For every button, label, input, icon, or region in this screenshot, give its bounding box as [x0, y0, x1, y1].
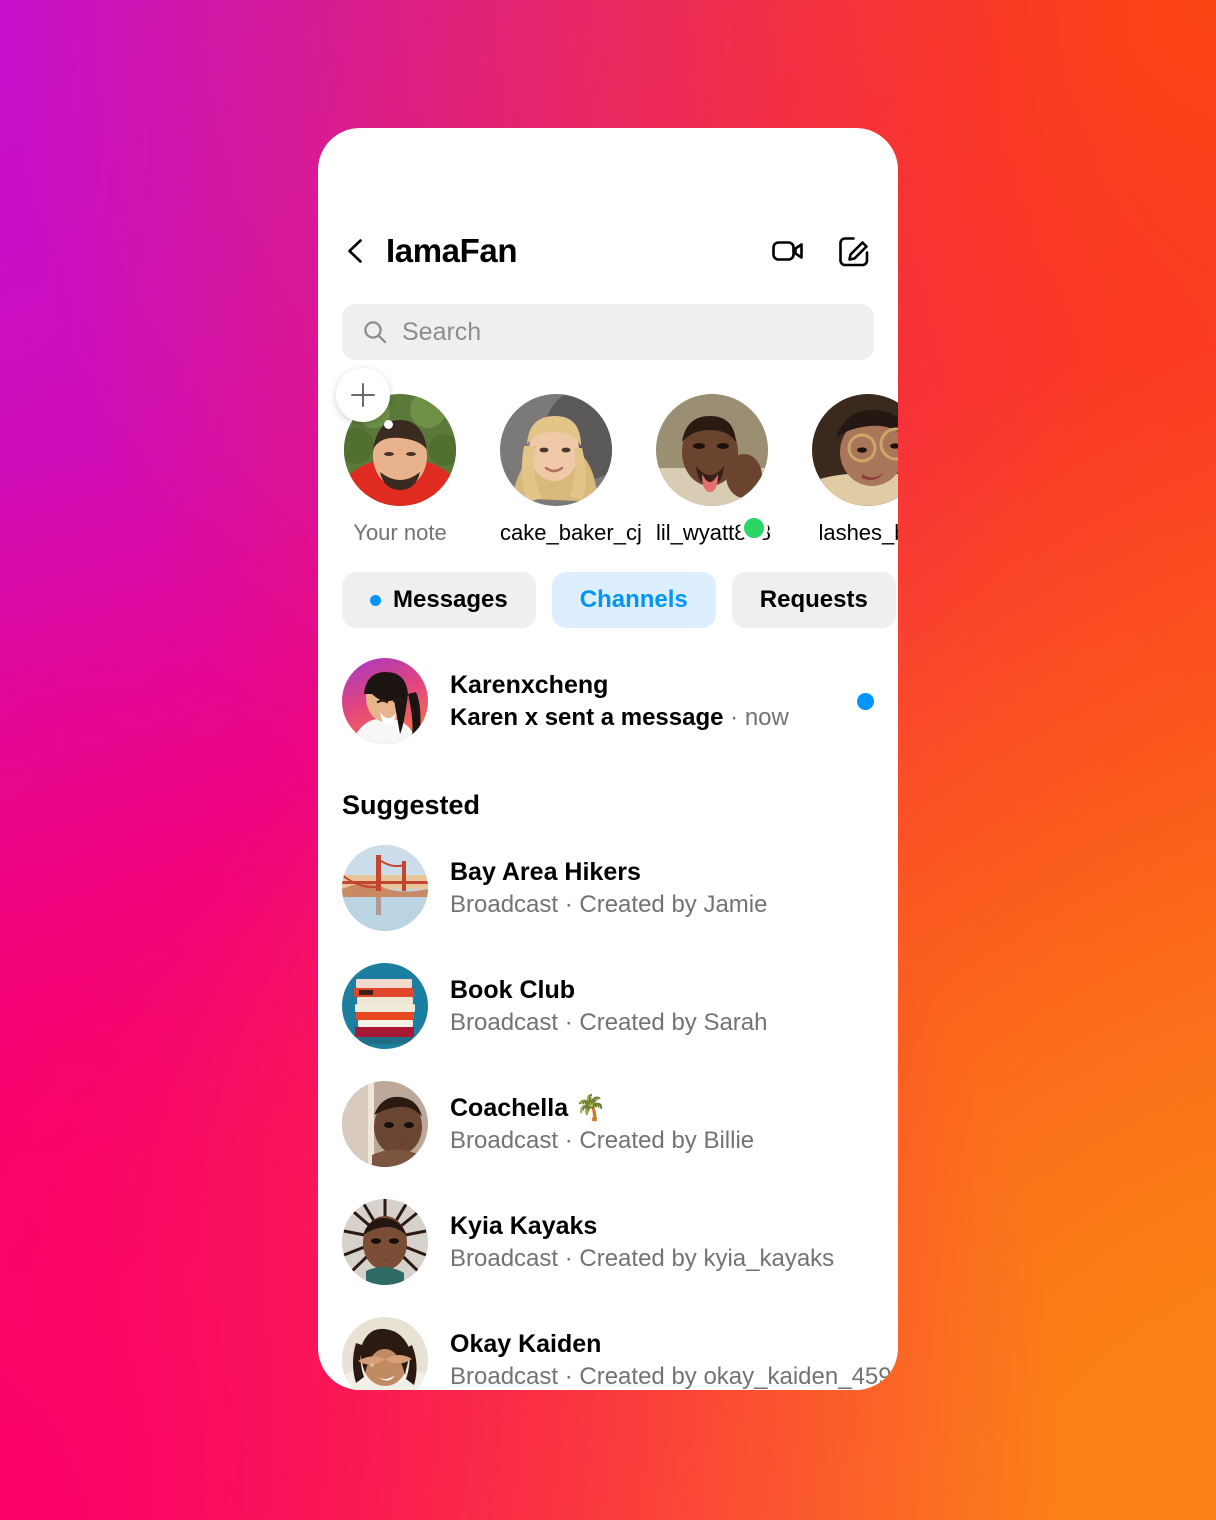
channel-name: Kyia Kayaks	[450, 1211, 598, 1240]
video-camera-icon[interactable]	[770, 233, 806, 269]
channel-text: Okay Kaiden Broadcast · Created by okay_…	[450, 1329, 892, 1390]
avatar	[342, 1199, 428, 1285]
note-bubble-dot	[384, 420, 393, 429]
channel-meta: Broadcast · Created by Jamie	[450, 891, 768, 919]
channel-row-bay-area-hikers[interactable]: Bay Area Hikers Broadcast · Created by J…	[318, 829, 898, 947]
conversation-timestamp: now	[744, 704, 789, 732]
avatar	[342, 1317, 428, 1390]
note-cake-baker-cj[interactable]: cake_baker_cj	[500, 394, 642, 546]
notes-row: Your note cake_baker_cj lil_wyatt838 las…	[318, 360, 898, 546]
channel-meta: Broadcast · Created by Sarah	[450, 1009, 768, 1037]
channel-meta: Broadcast · Created by Billie	[450, 1127, 755, 1155]
note-label: lashes_by	[818, 520, 898, 545]
avatar	[342, 845, 428, 931]
conversation-preview: Karen x sent a message · now	[450, 703, 825, 732]
channel-row-coachella[interactable]: Coachella 🌴 Broadcast · Created by Billi…	[318, 1065, 898, 1183]
conversation-row[interactable]: Karenxcheng Karen x sent a message · now	[318, 642, 898, 760]
filter-tabs: Messages Channels Requests	[318, 546, 898, 628]
tab-channels[interactable]: Channels	[551, 572, 716, 628]
conversation-text: Karenxcheng Karen x sent a message · now	[450, 670, 825, 733]
online-status-indicator	[740, 514, 768, 542]
channel-row-book-club[interactable]: Book Club Broadcast · Created by Sarah	[318, 947, 898, 1065]
note-your-note[interactable]: Your note	[336, 368, 456, 546]
preview-text: Karen x sent a message	[450, 704, 724, 732]
tab-label: Channels	[579, 586, 688, 613]
avatar	[812, 394, 898, 506]
page-title: IamaFan	[386, 232, 518, 269]
note-label: cake_baker_cj	[500, 520, 642, 545]
avatar	[500, 394, 612, 506]
channel-meta: Broadcast · Created by okay_kaiden_459	[450, 1363, 892, 1390]
channel-meta: Broadcast · Created by kyia_kayaks	[450, 1245, 835, 1273]
note-lil-wyatt838[interactable]: lil_wyatt838	[656, 394, 771, 546]
channel-name: Coachella 🌴	[450, 1093, 607, 1122]
channel-text: Bay Area Hikers Broadcast · Created by J…	[450, 857, 874, 920]
tab-requests[interactable]: Requests	[731, 572, 896, 628]
avatar	[656, 394, 768, 506]
channel-name: Okay Kaiden	[450, 1329, 602, 1358]
tab-label: Messages	[393, 586, 508, 613]
tab-messages[interactable]: Messages	[342, 572, 536, 628]
add-note-plus-icon[interactable]	[336, 368, 390, 422]
search-icon	[364, 321, 387, 344]
preview-separator: ·	[723, 704, 745, 732]
channel-text: Book Club Broadcast · Created by Sarah	[450, 975, 874, 1038]
channel-name: Bay Area Hikers	[450, 857, 641, 886]
chevron-left-icon[interactable]	[342, 237, 370, 265]
note-lashes-by[interactable]: lashes_by	[812, 394, 898, 546]
channel-text: Kyia Kayaks Broadcast · Created by kyia_…	[450, 1211, 874, 1274]
status-badge	[857, 692, 874, 710]
unread-dot-icon	[370, 594, 381, 606]
search-input[interactable]: Search	[402, 318, 481, 347]
avatar	[342, 658, 428, 744]
channel-text: Coachella 🌴 Broadcast · Created by Billi…	[450, 1093, 874, 1156]
tab-label: Requests	[759, 586, 868, 613]
compose-edit-icon[interactable]	[836, 233, 872, 269]
channel-row-okay-kaiden[interactable]: Okay Kaiden Broadcast · Created by okay_…	[318, 1301, 898, 1390]
phone-screen: IamaFan Search Your note cake_baker_cj l…	[318, 128, 898, 1390]
channel-name: Book Club	[450, 975, 575, 1004]
avatar	[342, 963, 428, 1049]
section-title-suggested: Suggested	[342, 790, 481, 820]
app-header: IamaFan	[318, 210, 898, 292]
conversation-name: Karenxcheng	[450, 670, 609, 699]
avatar	[342, 1081, 428, 1167]
note-label: Your note	[353, 520, 447, 545]
channel-row-kyia-kayaks[interactable]: Kyia Kayaks Broadcast · Created by kyia_…	[318, 1183, 898, 1301]
search-bar[interactable]: Search	[342, 304, 874, 360]
